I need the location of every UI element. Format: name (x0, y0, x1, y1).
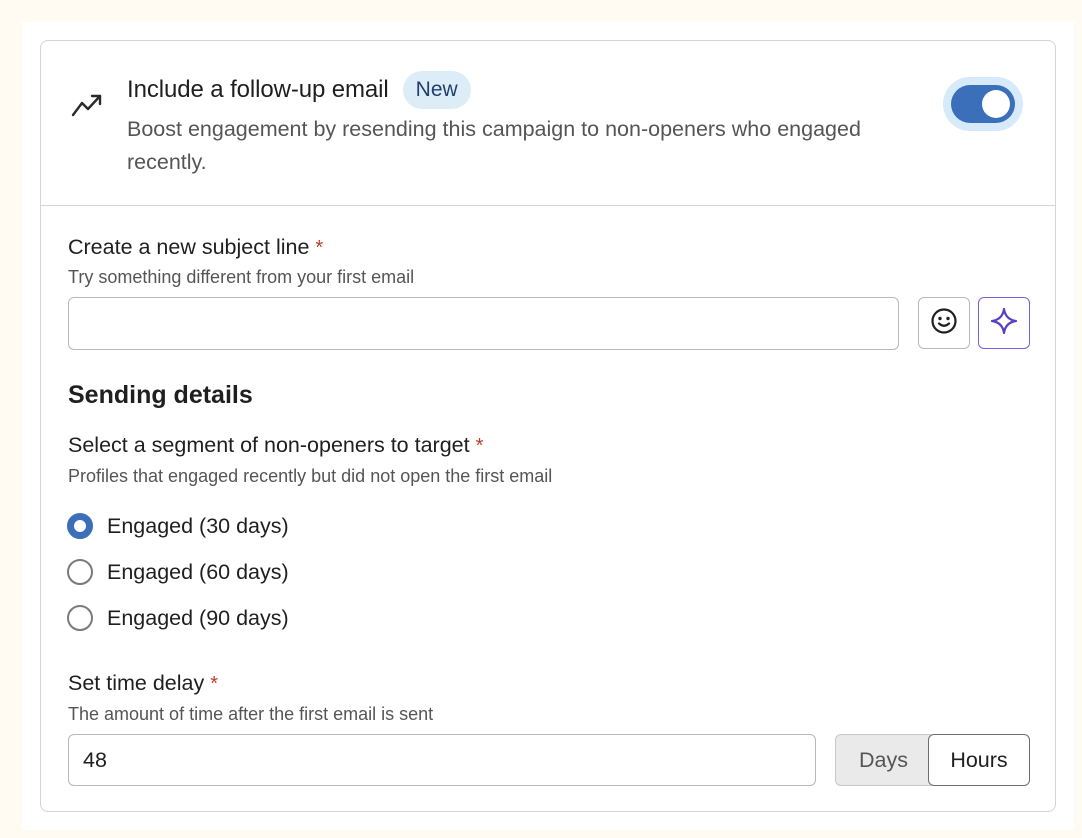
trending-up-icon (69, 87, 105, 123)
radio-button[interactable] (67, 513, 93, 539)
sending-details-title: Sending details (68, 381, 253, 409)
radio-label: Engaged (60 days) (107, 559, 289, 584)
radio-option-60-days[interactable]: Engaged (60 days) (67, 559, 289, 585)
new-badge: New (402, 71, 471, 109)
subject-label: Create a new subject line * (68, 235, 323, 260)
unit-days-button[interactable]: Days (835, 734, 931, 786)
radio-label: Engaged (30 days) (107, 513, 289, 538)
emoji-icon (929, 306, 959, 341)
required-marker: * (315, 237, 324, 259)
subject-input[interactable] (68, 297, 899, 350)
segment-hint: Profiles that engaged recently but did n… (68, 466, 553, 486)
segment-label: Select a segment of non-openers to targe… (68, 433, 483, 458)
card-header: Include a follow-up email New Boost enga… (41, 41, 1055, 206)
required-marker: * (475, 435, 484, 457)
delay-label: Set time delay * (68, 671, 218, 696)
segment-label-text: Select a segment of non-openers to targe… (68, 433, 470, 457)
delay-label-text: Set time delay (68, 671, 205, 695)
required-marker: * (210, 673, 219, 695)
card-title: Include a follow-up email (127, 76, 389, 103)
unit-hours-button[interactable]: Hours (928, 734, 1030, 786)
follow-up-email-card: Include a follow-up email New Boost enga… (40, 40, 1056, 812)
delay-hint: The amount of time after the first email… (68, 704, 434, 724)
radio-button[interactable] (67, 605, 93, 631)
emoji-button[interactable] (918, 297, 970, 349)
radio-label: Engaged (90 days) (107, 605, 289, 630)
radio-option-90-days[interactable]: Engaged (90 days) (67, 605, 289, 631)
follow-up-toggle[interactable] (951, 85, 1015, 123)
toggle-knob (982, 90, 1010, 118)
ai-generate-button[interactable] (978, 297, 1030, 349)
delay-input[interactable] (68, 734, 816, 786)
card-description: Boost engagement by resending this campa… (127, 117, 861, 174)
radio-button[interactable] (67, 559, 93, 585)
subject-label-text: Create a new subject line (68, 235, 310, 259)
radio-option-30-days[interactable]: Engaged (30 days) (67, 513, 289, 539)
subject-hint: Try something different from your first … (68, 267, 415, 287)
sparkle-icon (989, 306, 1019, 341)
header-title-row: Include a follow-up email New (127, 71, 471, 109)
